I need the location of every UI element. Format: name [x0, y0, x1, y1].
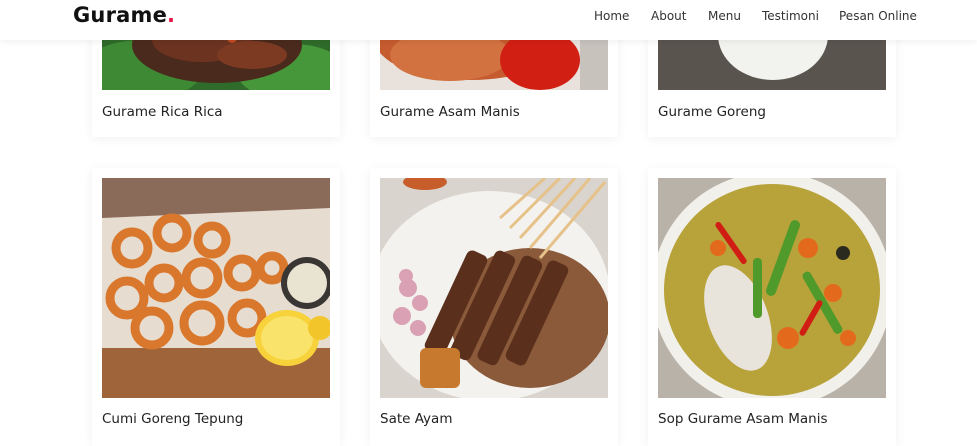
- card-title: Cumi Goreng Tepung: [102, 411, 244, 427]
- brand-logo[interactable]: Gurame.: [73, 3, 175, 27]
- card-title: Sate Ayam: [380, 411, 453, 427]
- brand-name: Gurame: [73, 3, 168, 27]
- brand-dot: .: [167, 3, 176, 27]
- nav-pesan-online[interactable]: Pesan Online: [839, 9, 917, 23]
- menu-card-cumi-goreng-tepung[interactable]: Cumi Goreng Tepung: [92, 168, 340, 446]
- menu-card-sate-ayam[interactable]: Sate Ayam: [370, 168, 618, 446]
- card-title: Gurame Asam Manis: [380, 104, 520, 120]
- card-title: Gurame Goreng: [658, 104, 766, 120]
- card-title: Sop Gurame Asam Manis: [658, 411, 828, 427]
- navbar: Gurame. Home About Menu Testimoni Pesan …: [0, 0, 977, 40]
- nav-menu[interactable]: Menu: [708, 9, 741, 23]
- nav-home[interactable]: Home: [594, 9, 629, 23]
- page: Gurame. Home About Menu Testimoni Pesan …: [0, 0, 977, 446]
- menu-card-sop-gurame-asam-manis[interactable]: Sop Gurame Asam Manis: [648, 168, 896, 446]
- nav-about[interactable]: About: [651, 9, 686, 23]
- nav-testimoni[interactable]: Testimoni: [762, 9, 819, 23]
- sop-gurame-asam-manis-image: [658, 178, 886, 398]
- card-title: Gurame Rica Rica: [102, 104, 223, 120]
- cumi-goreng-tepung-image: [102, 178, 330, 398]
- sate-ayam-image: [380, 178, 608, 398]
